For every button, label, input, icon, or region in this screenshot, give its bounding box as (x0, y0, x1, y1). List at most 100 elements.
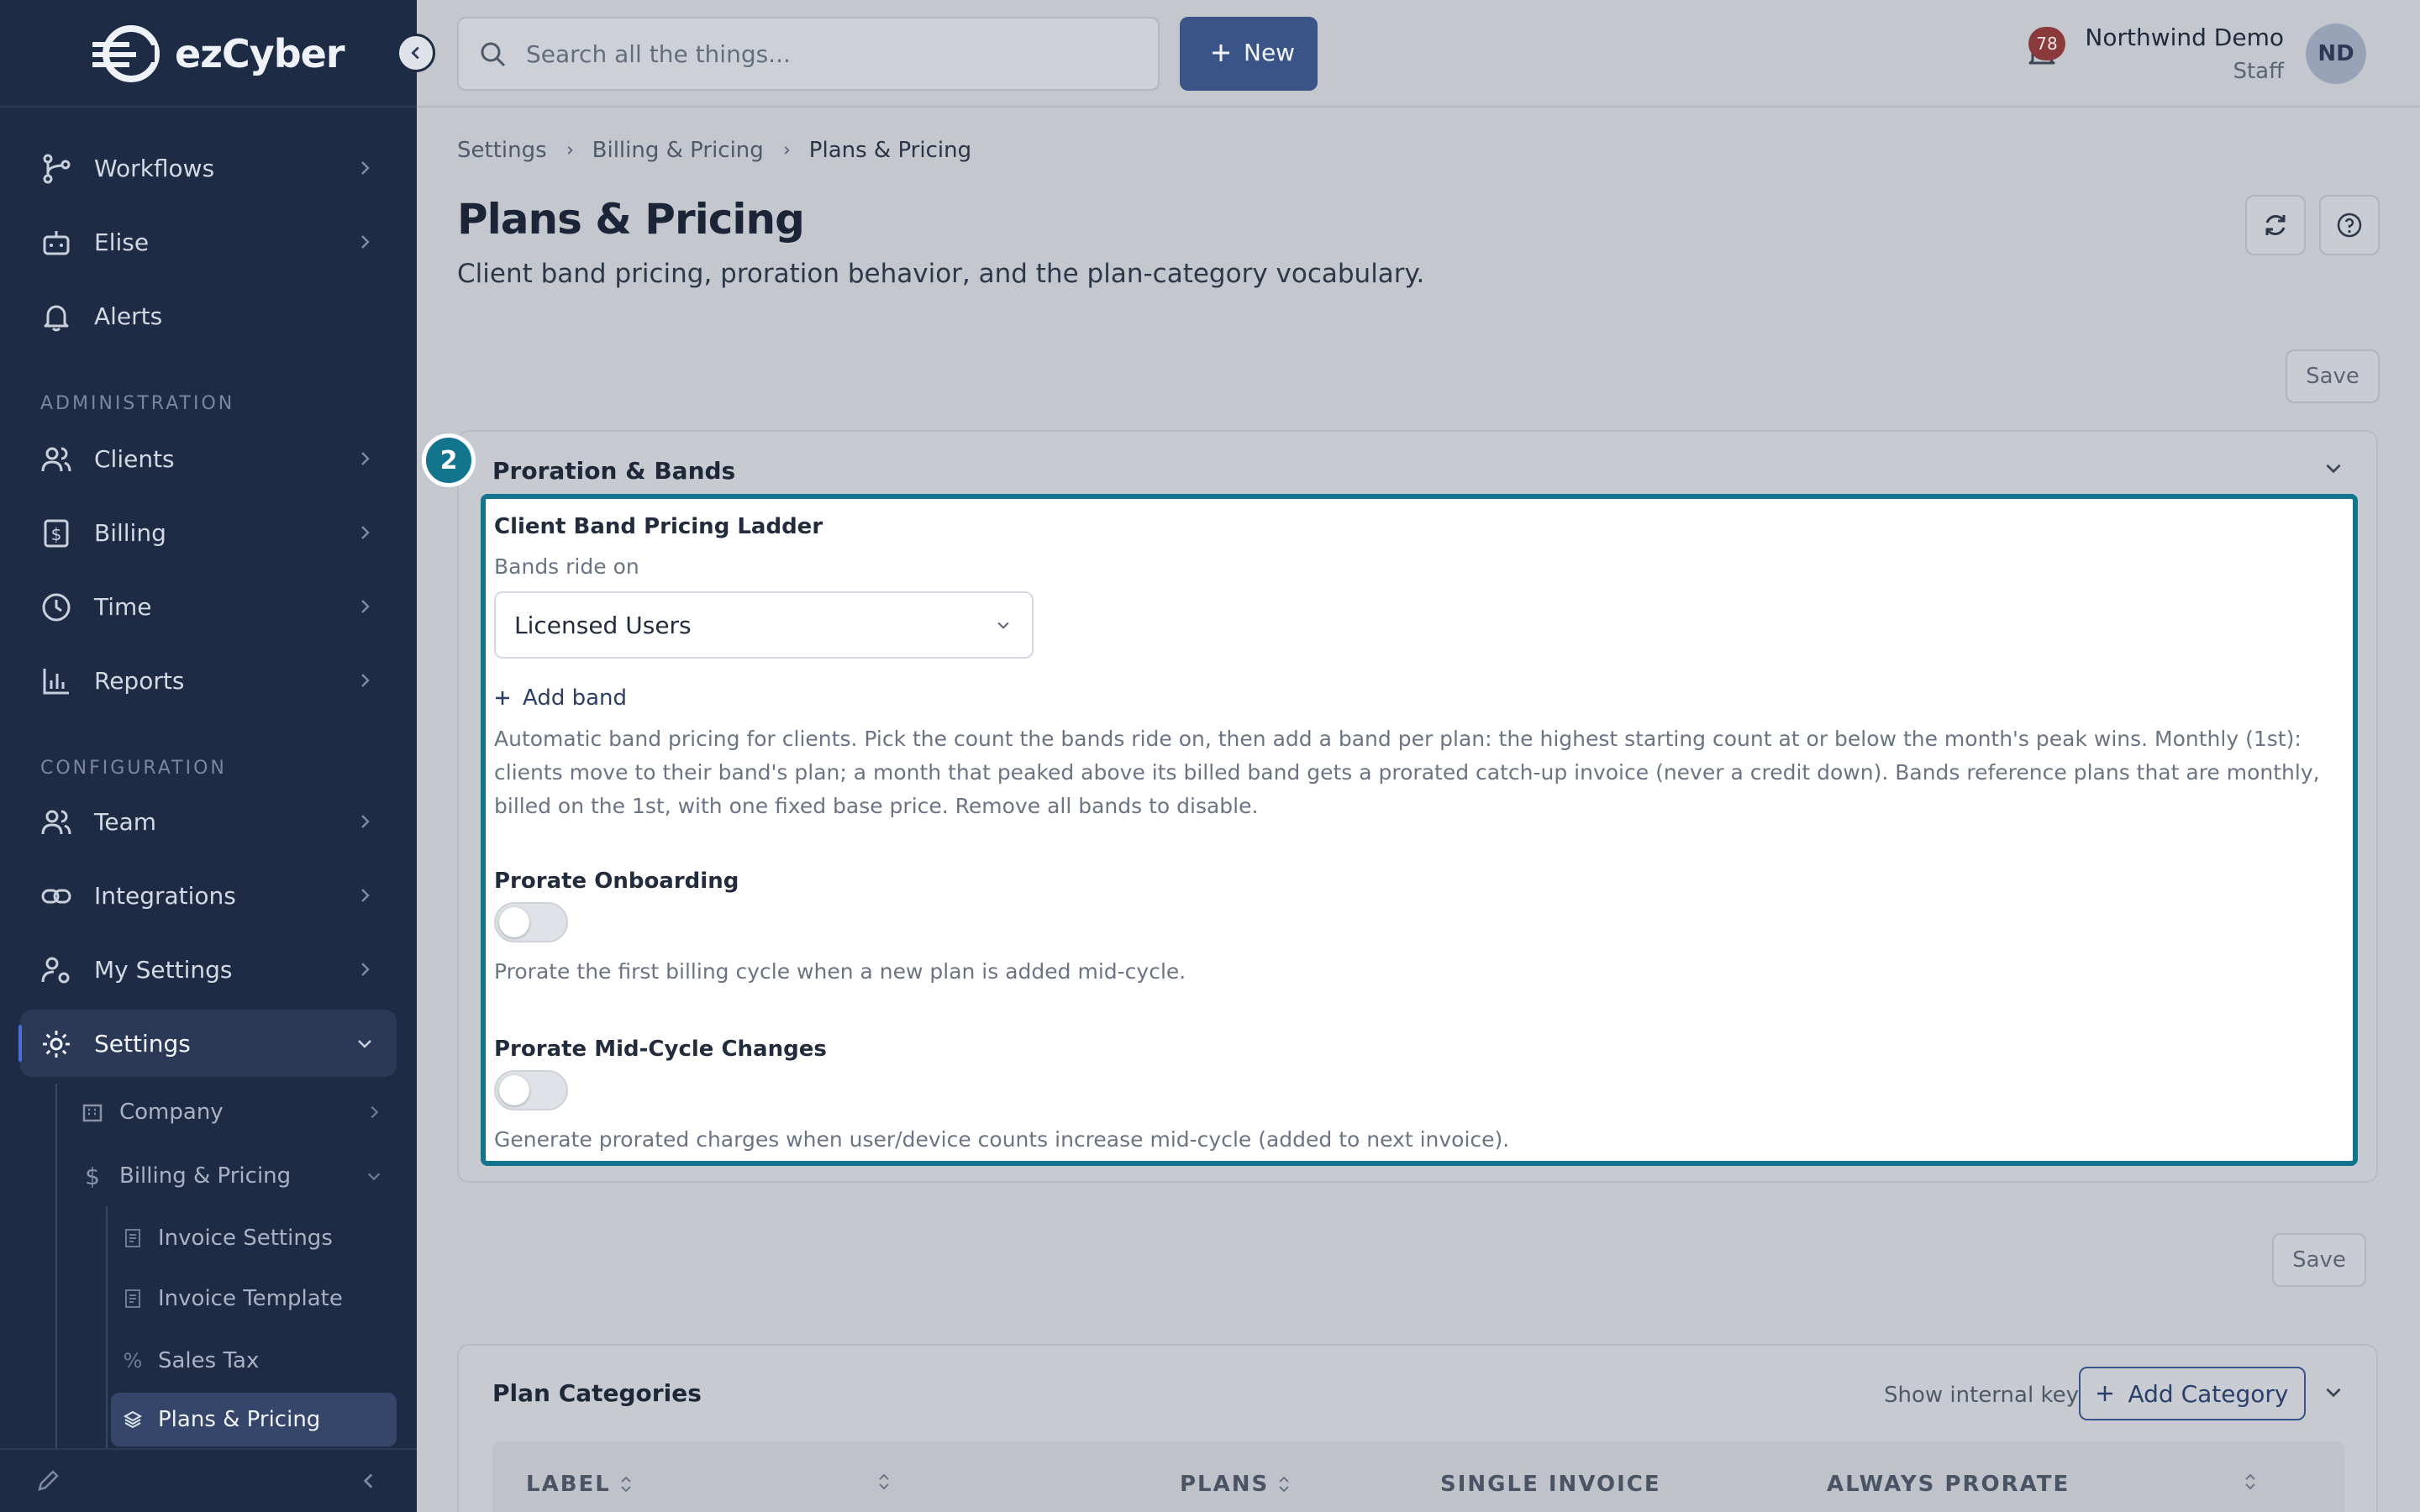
user-role: Staff (2233, 59, 2284, 84)
user-name: Northwind Demo (2085, 24, 2284, 51)
sidebar-item-sales-tax[interactable]: % Sales Tax (123, 1334, 397, 1388)
sidebar-item-label: Invoice Template (158, 1286, 343, 1311)
sidebar-item-label: Company (119, 1100, 224, 1125)
sidebar-item-label: Alerts (94, 302, 163, 330)
column-header-text: SINGLE INVOICE (1440, 1472, 1661, 1497)
sidebar-item-label: Clients (94, 444, 175, 473)
pencil-icon[interactable] (35, 1468, 60, 1494)
save-button-top[interactable]: Save (2286, 349, 2380, 403)
sidebar-item-company[interactable]: Company (81, 1085, 397, 1139)
column-header-text: LABEL (526, 1472, 611, 1497)
search-placeholder: Search all the things... (526, 40, 791, 68)
avatar[interactable]: ND (2306, 24, 2366, 84)
chevron-right-icon (361, 674, 370, 687)
chevron-right-icon (371, 1105, 379, 1119)
brand-logo[interactable]: ezCyber (91, 20, 345, 87)
logo-row: ezCyber (0, 0, 417, 108)
search-input[interactable]: Search all the things... (457, 17, 1160, 91)
chevron-down-icon (358, 1040, 371, 1048)
sidebar-item-label: Invoice Settings (158, 1226, 333, 1251)
ezcyber-logo-icon (92, 25, 160, 82)
sidebar-item-time[interactable]: Time (20, 573, 397, 640)
column-header-always-prorate: ALWAYS PRORATE (1827, 1472, 2070, 1497)
add-band-label: Add band (523, 685, 628, 711)
dollar-icon: $ (85, 1162, 100, 1190)
sidebar-item-reports[interactable]: Reports (20, 647, 397, 714)
file-icon (125, 1229, 140, 1247)
breadcrumb-item-current: Plans & Pricing (808, 138, 972, 163)
chevron-down-icon[interactable] (2323, 457, 2344, 479)
plus-icon (2097, 1386, 2113, 1401)
search-icon (481, 42, 506, 67)
bands-ride-on-label: Bands ride on (494, 554, 639, 579)
prorate-onboarding-help: Prorate the first billing cycle when a n… (494, 959, 1186, 984)
sidebar-item-label: Workflows (94, 154, 215, 182)
collapse-sidebar-button[interactable] (397, 34, 435, 72)
sidebar-item-billing-pricing[interactable]: $ Billing & Pricing (81, 1149, 397, 1203)
chevron-right-icon (361, 889, 370, 902)
chevron-down-icon[interactable] (2323, 1381, 2344, 1403)
chevron-right-icon (361, 161, 370, 175)
column-header-label[interactable]: LABEL (526, 1472, 633, 1497)
prorate-midcycle-title: Prorate Mid-Cycle Changes (494, 1037, 827, 1062)
refresh-icon (2265, 215, 2286, 235)
sidebar-item-clients[interactable]: Clients (20, 425, 397, 492)
chevron-right-icon (361, 526, 370, 539)
section-administration: ADMINISTRATION (40, 393, 235, 414)
user-cog-icon (41, 957, 70, 984)
plus-icon (1213, 45, 1229, 61)
sidebar-item-workflows[interactable]: Workflows (20, 134, 397, 202)
sidebar: ezCyber Workflows Elise Alerts ADMINISTR… (0, 0, 417, 1512)
sidebar-item-invoice-template[interactable]: Invoice Template (123, 1272, 397, 1326)
sidebar-item-label: Integrations (94, 881, 236, 910)
chevron-left-icon[interactable] (358, 1470, 380, 1492)
sort-icon[interactable] (877, 1472, 891, 1492)
save-button-bottom[interactable]: Save (2272, 1233, 2366, 1287)
show-internal-keys-toggle[interactable]: Show internal keys (1884, 1383, 2091, 1408)
sort-icon (621, 1476, 631, 1493)
help-button[interactable] (2319, 195, 2380, 255)
prorate-onboarding-toggle[interactable] (494, 902, 568, 942)
notification-count-badge: 78 (2028, 27, 2065, 60)
prorate-midcycle-help: Generate prorated charges when user/devi… (494, 1127, 1510, 1152)
percent-icon: % (123, 1349, 143, 1373)
card-title[interactable]: Proration & Bands (492, 457, 735, 485)
add-category-label: Add Category (2128, 1379, 2289, 1408)
file-icon (125, 1289, 140, 1308)
select-value: Licensed Users (514, 612, 692, 639)
step-number-badge: 2 (422, 433, 476, 487)
tree-line (55, 1084, 57, 1448)
sidebar-item-billing[interactable]: $ Billing (20, 499, 397, 566)
sidebar-item-plans-pricing[interactable]: Plans & Pricing (111, 1393, 397, 1446)
sidebar-item-alerts[interactable]: Alerts (20, 282, 397, 349)
building-icon (82, 1104, 103, 1122)
plus-icon (496, 691, 509, 705)
breadcrumb-item-settings[interactable]: Settings (457, 138, 547, 163)
add-category-button[interactable]: Add Category (2079, 1367, 2306, 1420)
active-indicator (18, 1025, 22, 1062)
sidebar-item-integrations[interactable]: Integrations (20, 862, 397, 929)
team-icon (41, 810, 71, 835)
sidebar-item-label: Settings (94, 1029, 191, 1058)
card-title: Plan Categories (492, 1379, 702, 1407)
breadcrumb-item-billing-pricing[interactable]: Billing & Pricing (592, 138, 764, 163)
chevron-right-icon (361, 452, 370, 465)
refresh-button[interactable] (2245, 195, 2306, 255)
sidebar-item-team[interactable]: Team (20, 788, 397, 855)
sort-icon[interactable] (2244, 1472, 2257, 1492)
chevron-right-icon (361, 235, 370, 249)
add-band-button[interactable]: Add band (494, 685, 627, 711)
logo-text: ezCyber (175, 31, 345, 76)
link-icon (41, 889, 71, 904)
bot-icon (43, 231, 70, 255)
new-button[interactable]: New (1180, 17, 1318, 91)
sidebar-item-elise[interactable]: Elise (20, 208, 397, 276)
receipt-dollar-icon: $ (44, 519, 69, 548)
prorate-midcycle-toggle[interactable] (494, 1070, 568, 1110)
sidebar-item-label: Reports (94, 666, 185, 695)
bands-ride-on-select[interactable]: Licensed Users (494, 591, 1034, 659)
sidebar-item-settings[interactable]: Settings (18, 1010, 397, 1077)
sidebar-item-invoice-settings[interactable]: Invoice Settings (123, 1211, 397, 1265)
column-header-plans[interactable]: PLANS (1180, 1472, 1291, 1497)
sidebar-item-my-settings[interactable]: My Settings (20, 936, 397, 1003)
